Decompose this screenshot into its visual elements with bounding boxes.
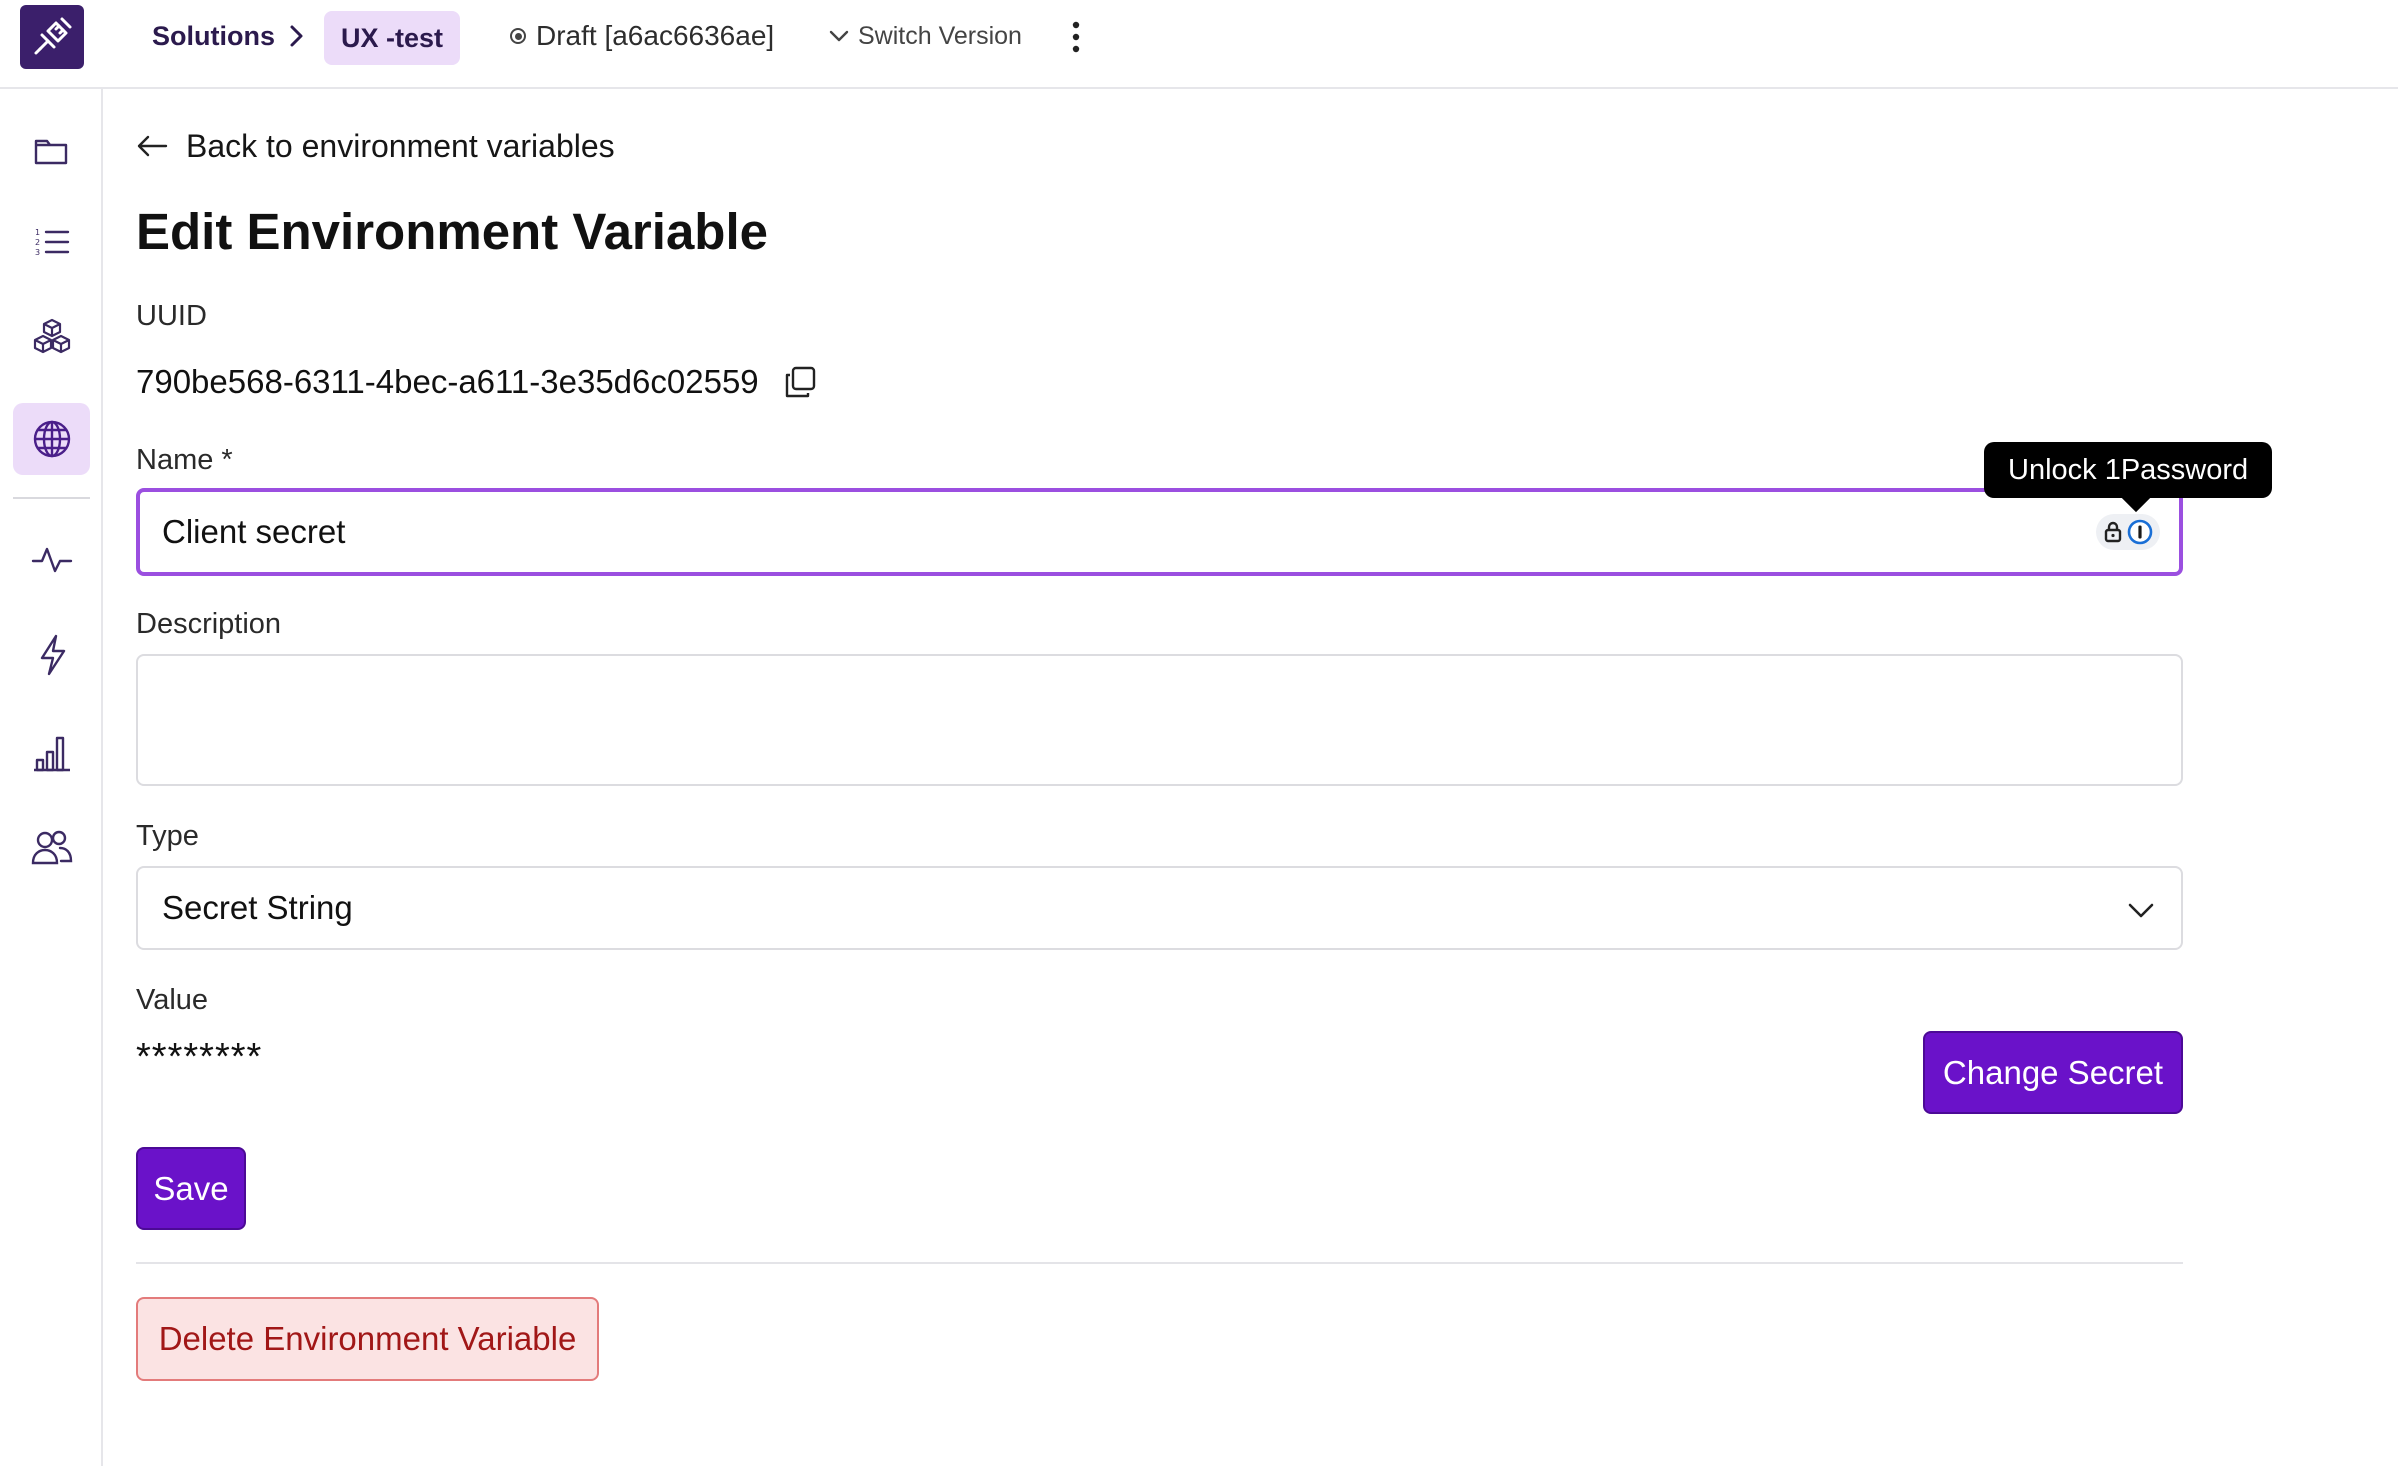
plug-logo-icon	[34, 17, 72, 55]
sidebar-item-list[interactable]: 123	[13, 206, 90, 278]
uuid-value: 790be568-6311-4bec-a611-3e35d6c02559	[136, 363, 759, 400]
svg-text:1: 1	[35, 228, 40, 237]
delete-environment-variable-button[interactable]: Delete Environment Variable	[136, 1297, 599, 1381]
section-divider	[136, 1262, 2183, 1264]
sidebar-item-triggers[interactable]	[13, 619, 90, 691]
svg-text:2: 2	[35, 238, 40, 247]
lightning-icon	[40, 634, 65, 676]
sidebar-divider	[13, 497, 90, 499]
breadcrumb-solutions[interactable]: Solutions	[152, 18, 275, 54]
radio-dot-icon	[510, 28, 526, 44]
bar-chart-icon	[33, 736, 70, 772]
arrow-left-icon	[137, 135, 168, 157]
page-title: Edit Environment Variable	[136, 203, 768, 260]
name-input-value: Client secret	[162, 513, 346, 550]
draft-label: Draft [a6ac6636ae]	[536, 20, 775, 51]
type-select[interactable]: Secret String	[136, 866, 2183, 950]
onepassword-icon	[2127, 519, 2153, 545]
back-link-label: Back to environment variables	[186, 127, 615, 164]
sidebar-item-monitoring[interactable]	[13, 523, 90, 595]
tooltip-text: Unlock 1Password	[2008, 453, 2249, 486]
more-options-icon[interactable]	[1066, 20, 1086, 54]
top-bar: Solutions UX -test Draft [a6ac6636ae] Sw…	[0, 0, 2398, 89]
sidebar-item-analytics[interactable]	[13, 716, 90, 788]
unlock-1password-tooltip: Unlock 1Password	[1984, 442, 2273, 498]
breadcrumb-current-solution[interactable]: UX -test	[324, 11, 461, 65]
sidebar-item-environment-variables[interactable]	[13, 403, 90, 475]
chevron-down-icon	[2128, 903, 2154, 918]
svg-text:3: 3	[35, 248, 40, 257]
chevron-right-icon	[290, 25, 303, 47]
uuid-label: UUID	[136, 300, 207, 332]
draft-status: Draft [a6ac6636ae]	[510, 18, 774, 54]
save-button[interactable]: Save	[136, 1147, 246, 1230]
activity-icon	[31, 547, 72, 573]
switch-version-button[interactable]: Switch Version	[828, 18, 1022, 54]
switch-version-label: Switch Version	[858, 21, 1022, 50]
change-secret-button[interactable]: Change Secret	[1923, 1031, 2183, 1114]
copy-icon[interactable]	[783, 365, 817, 399]
globe-icon	[33, 420, 70, 458]
app-logo[interactable]	[20, 5, 84, 69]
name-label: Name *	[136, 444, 233, 476]
uuid-row: 790be568-6311-4bec-a611-3e35d6c02559	[136, 360, 817, 404]
name-input[interactable]: Client secret	[136, 488, 2183, 576]
description-label: Description	[136, 608, 282, 640]
type-select-value: Secret String	[162, 889, 353, 926]
masked-secret-value: ********	[136, 1036, 263, 1078]
users-icon	[31, 830, 72, 865]
value-label: Value	[136, 984, 209, 1016]
list-icon: 123	[35, 228, 69, 257]
sidebar-nav: 123	[0, 89, 103, 1466]
description-textarea[interactable]	[136, 654, 2183, 786]
folder-icon	[34, 139, 67, 165]
cubes-icon	[33, 318, 70, 354]
sidebar-item-components[interactable]	[13, 302, 90, 374]
sidebar-item-users[interactable]	[13, 812, 90, 884]
onepassword-button[interactable]	[2096, 514, 2160, 550]
chevron-down-icon	[829, 30, 849, 42]
back-link[interactable]: Back to environment variables	[136, 122, 615, 170]
type-label: Type	[136, 820, 199, 852]
lock-icon	[2104, 521, 2122, 543]
sidebar-item-solutions[interactable]	[13, 114, 90, 186]
